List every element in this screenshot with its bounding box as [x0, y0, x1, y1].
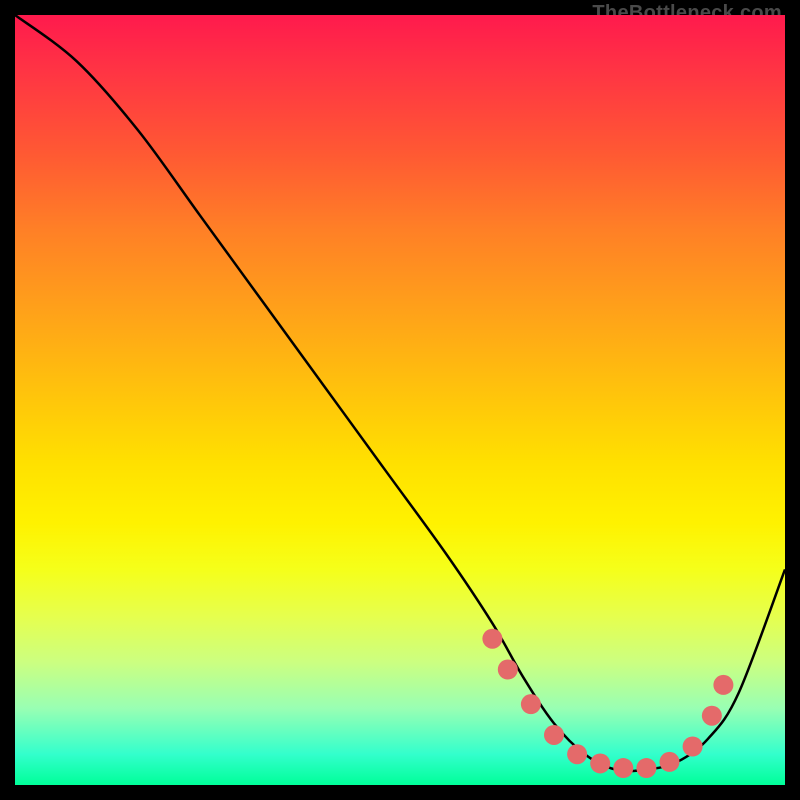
marker-dot — [702, 706, 722, 726]
highlight-markers — [482, 629, 733, 778]
bottleneck-curve — [15, 15, 785, 771]
marker-dot — [567, 744, 587, 764]
marker-dot — [713, 675, 733, 695]
marker-dot — [636, 758, 656, 778]
curve-path — [15, 15, 785, 771]
curve-layer — [15, 15, 785, 785]
marker-dot — [482, 629, 502, 649]
marker-dot — [521, 694, 541, 714]
marker-dot — [683, 737, 703, 757]
marker-dot — [590, 753, 610, 773]
marker-dot — [544, 725, 564, 745]
plot-area — [15, 15, 785, 785]
chart-canvas: TheBottleneck.com — [0, 0, 800, 800]
marker-dot — [660, 752, 680, 772]
marker-dot — [498, 660, 518, 680]
marker-dot — [613, 758, 633, 778]
